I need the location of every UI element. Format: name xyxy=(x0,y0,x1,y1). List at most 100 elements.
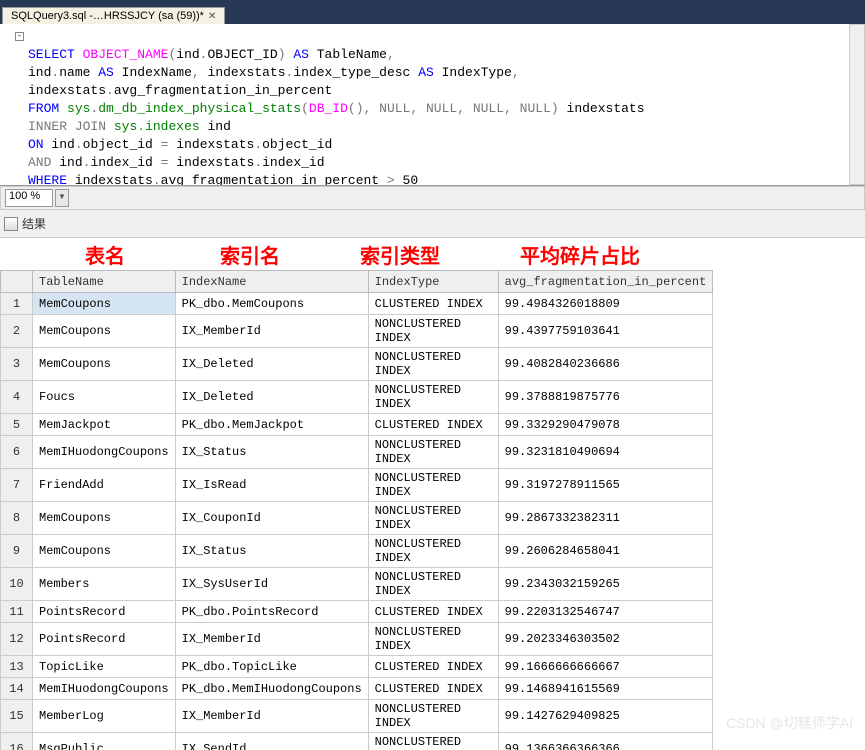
cell-tablename[interactable]: TopicLike xyxy=(33,656,176,678)
zoom-dropdown[interactable]: ▼ xyxy=(55,189,69,207)
row-number[interactable]: 9 xyxy=(1,535,33,568)
cell-indexname[interactable]: PK_dbo.MemIHuodongCoupons xyxy=(175,678,368,700)
cell-fragmentation[interactable]: 99.2606284658041 xyxy=(498,535,713,568)
cell-tablename[interactable]: MemCoupons xyxy=(33,348,176,381)
cell-fragmentation[interactable]: 99.4082840236686 xyxy=(498,348,713,381)
row-number[interactable]: 11 xyxy=(1,601,33,623)
row-number[interactable]: 3 xyxy=(1,348,33,381)
table-row[interactable]: 8MemCouponsIX_CouponIdNONCLUSTERED INDEX… xyxy=(1,502,713,535)
cell-fragmentation[interactable]: 99.2023346303502 xyxy=(498,623,713,656)
col-tablename[interactable]: TableName xyxy=(33,271,176,293)
col-rownum[interactable] xyxy=(1,271,33,293)
cell-tablename[interactable]: MemCoupons xyxy=(33,315,176,348)
cell-fragmentation[interactable]: 99.4397759103641 xyxy=(498,315,713,348)
cell-indextype[interactable]: NONCLUSTERED INDEX xyxy=(368,502,498,535)
cell-fragmentation[interactable]: 99.1427629409825 xyxy=(498,700,713,733)
cell-indextype[interactable]: NONCLUSTERED INDEX xyxy=(368,700,498,733)
cell-indexname[interactable]: PK_dbo.PointsRecord xyxy=(175,601,368,623)
cell-indextype[interactable]: CLUSTERED INDEX xyxy=(368,601,498,623)
cell-fragmentation[interactable]: 99.2203132546747 xyxy=(498,601,713,623)
cell-fragmentation[interactable]: 99.3329290479078 xyxy=(498,414,713,436)
table-row[interactable]: 2MemCouponsIX_MemberIdNONCLUSTERED INDEX… xyxy=(1,315,713,348)
table-row[interactable]: 4FoucsIX_DeletedNONCLUSTERED INDEX99.378… xyxy=(1,381,713,414)
cell-indextype[interactable]: NONCLUSTERED INDEX xyxy=(368,733,498,750)
table-row[interactable]: 13TopicLikePK_dbo.TopicLikeCLUSTERED IND… xyxy=(1,656,713,678)
cell-indextype[interactable]: NONCLUSTERED INDEX xyxy=(368,623,498,656)
cell-indextype[interactable]: NONCLUSTERED INDEX xyxy=(368,469,498,502)
cell-tablename[interactable]: PointsRecord xyxy=(33,601,176,623)
row-number[interactable]: 16 xyxy=(1,733,33,750)
cell-tablename[interactable]: MemIHuodongCoupons xyxy=(33,436,176,469)
cell-fragmentation[interactable]: 99.2343032159265 xyxy=(498,568,713,601)
cell-tablename[interactable]: MsgPublic xyxy=(33,733,176,750)
row-number[interactable]: 6 xyxy=(1,436,33,469)
cell-fragmentation[interactable]: 99.3197278911565 xyxy=(498,469,713,502)
cell-fragmentation[interactable]: 99.3788819875776 xyxy=(498,381,713,414)
cell-fragmentation[interactable]: 99.1468941615569 xyxy=(498,678,713,700)
editor-scrollbar[interactable] xyxy=(849,24,865,185)
row-number[interactable]: 7 xyxy=(1,469,33,502)
table-row[interactable]: 16MsgPublicIX_SendIdNONCLUSTERED INDEX99… xyxy=(1,733,713,750)
cell-tablename[interactable]: Members xyxy=(33,568,176,601)
cell-fragmentation[interactable]: 99.4984326018809 xyxy=(498,293,713,315)
cell-tablename[interactable]: PointsRecord xyxy=(33,623,176,656)
collapse-icon[interactable]: - xyxy=(15,32,24,41)
row-number[interactable]: 12 xyxy=(1,623,33,656)
col-indextype[interactable]: IndexType xyxy=(368,271,498,293)
table-row[interactable]: 14MemIHuodongCouponsPK_dbo.MemIHuodongCo… xyxy=(1,678,713,700)
row-number[interactable]: 5 xyxy=(1,414,33,436)
table-row[interactable]: 1MemCouponsPK_dbo.MemCouponsCLUSTERED IN… xyxy=(1,293,713,315)
cell-indexname[interactable]: IX_MemberId xyxy=(175,623,368,656)
cell-fragmentation[interactable]: 99.2867332382311 xyxy=(498,502,713,535)
zoom-input[interactable]: 100 % xyxy=(5,189,53,207)
cell-indexname[interactable]: IX_Deleted xyxy=(175,348,368,381)
cell-tablename[interactable]: MemCoupons xyxy=(33,535,176,568)
row-number[interactable]: 1 xyxy=(1,293,33,315)
cell-indexname[interactable]: PK_dbo.MemCoupons xyxy=(175,293,368,315)
row-number[interactable]: 8 xyxy=(1,502,33,535)
row-number[interactable]: 14 xyxy=(1,678,33,700)
cell-indextype[interactable]: CLUSTERED INDEX xyxy=(368,414,498,436)
row-number[interactable]: 15 xyxy=(1,700,33,733)
cell-indexname[interactable]: IX_CouponId xyxy=(175,502,368,535)
table-row[interactable]: 3MemCouponsIX_DeletedNONCLUSTERED INDEX9… xyxy=(1,348,713,381)
cell-indextype[interactable]: NONCLUSTERED INDEX xyxy=(368,315,498,348)
cell-indexname[interactable]: IX_Status xyxy=(175,535,368,568)
cell-fragmentation[interactable]: 99.1366366366366 xyxy=(498,733,713,750)
cell-indextype[interactable]: CLUSTERED INDEX xyxy=(368,293,498,315)
cell-indexname[interactable]: IX_MemberId xyxy=(175,700,368,733)
cell-indexname[interactable]: IX_Deleted xyxy=(175,381,368,414)
cell-tablename[interactable]: MemCoupons xyxy=(33,293,176,315)
cell-fragmentation[interactable]: 99.3231810490694 xyxy=(498,436,713,469)
col-indexname[interactable]: IndexName xyxy=(175,271,368,293)
table-row[interactable]: 11PointsRecordPK_dbo.PointsRecordCLUSTER… xyxy=(1,601,713,623)
cell-indexname[interactable]: IX_SysUserId xyxy=(175,568,368,601)
table-row[interactable]: 5MemJackpotPK_dbo.MemJackpotCLUSTERED IN… xyxy=(1,414,713,436)
cell-indexname[interactable]: IX_MemberId xyxy=(175,315,368,348)
cell-tablename[interactable]: FriendAdd xyxy=(33,469,176,502)
col-fragmentation[interactable]: avg_fragmentation_in_percent xyxy=(498,271,713,293)
cell-indexname[interactable]: IX_SendId xyxy=(175,733,368,750)
table-row[interactable]: 7FriendAddIX_IsReadNONCLUSTERED INDEX99.… xyxy=(1,469,713,502)
results-tab-label[interactable]: 结果 xyxy=(22,215,46,232)
cell-indextype[interactable]: NONCLUSTERED INDEX xyxy=(368,381,498,414)
cell-indextype[interactable]: NONCLUSTERED INDEX xyxy=(368,535,498,568)
cell-tablename[interactable]: MemberLog xyxy=(33,700,176,733)
close-icon[interactable]: ✕ xyxy=(208,11,216,22)
row-number[interactable]: 10 xyxy=(1,568,33,601)
row-number[interactable]: 13 xyxy=(1,656,33,678)
cell-tablename[interactable]: MemIHuodongCoupons xyxy=(33,678,176,700)
cell-indexname[interactable]: PK_dbo.TopicLike xyxy=(175,656,368,678)
table-row[interactable]: 9MemCouponsIX_StatusNONCLUSTERED INDEX99… xyxy=(1,535,713,568)
cell-tablename[interactable]: Foucs xyxy=(33,381,176,414)
cell-indextype[interactable]: NONCLUSTERED INDEX xyxy=(368,436,498,469)
cell-indextype[interactable]: CLUSTERED INDEX xyxy=(368,656,498,678)
cell-fragmentation[interactable]: 99.1666666666667 xyxy=(498,656,713,678)
table-row[interactable]: 6MemIHuodongCouponsIX_StatusNONCLUSTERED… xyxy=(1,436,713,469)
table-row[interactable]: 15MemberLogIX_MemberIdNONCLUSTERED INDEX… xyxy=(1,700,713,733)
cell-indextype[interactable]: NONCLUSTERED INDEX xyxy=(368,568,498,601)
cell-indexname[interactable]: PK_dbo.MemJackpot xyxy=(175,414,368,436)
cell-indextype[interactable]: CLUSTERED INDEX xyxy=(368,678,498,700)
cell-indextype[interactable]: NONCLUSTERED INDEX xyxy=(368,348,498,381)
cell-indexname[interactable]: IX_IsRead xyxy=(175,469,368,502)
